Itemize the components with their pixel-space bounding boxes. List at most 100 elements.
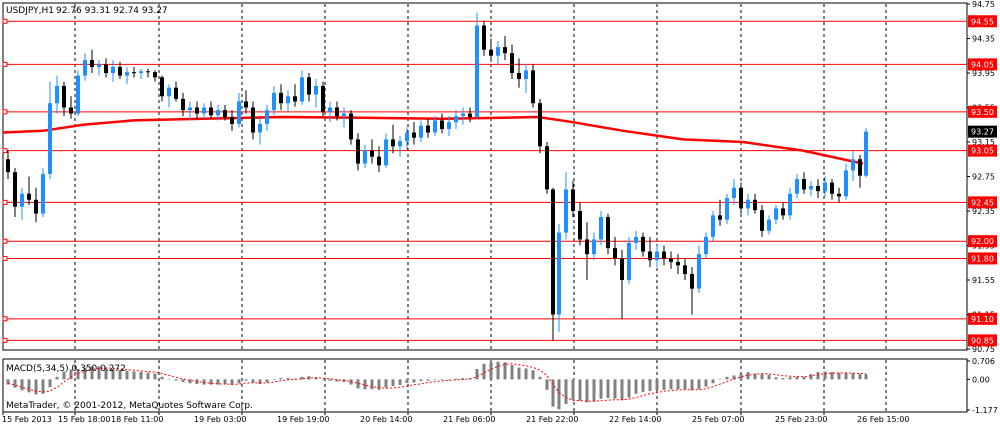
candle-body	[216, 110, 220, 116]
time-tick-label: 25 Feb 23:00	[775, 415, 827, 424]
macd-bar	[697, 379, 701, 390]
price-tick-label: 94.35	[972, 35, 995, 44]
candle-body	[662, 251, 666, 259]
candle-body	[760, 210, 764, 231]
macd-bar	[823, 371, 827, 380]
macd-bar	[648, 379, 652, 392]
level-label: 94.05	[971, 60, 994, 69]
macd-bar	[272, 379, 276, 380]
candle-body	[641, 236, 645, 252]
level-anchor	[2, 337, 8, 343]
candle-body	[258, 123, 262, 133]
macd-bar	[167, 378, 171, 380]
candle-body	[830, 182, 834, 194]
candle-body	[328, 107, 332, 112]
macd-bar	[48, 379, 52, 388]
time-tick-label: 18 Feb 11:00	[111, 415, 163, 424]
macd-bar	[286, 378, 290, 380]
candle-body	[746, 199, 750, 209]
macd-bar	[510, 365, 514, 380]
candle-body	[356, 139, 360, 164]
macd-bar	[174, 379, 178, 381]
macd-bar	[592, 379, 596, 402]
macd-bar	[405, 379, 409, 384]
candle-body	[620, 258, 624, 280]
candle-body	[146, 71, 150, 73]
level-label: 94.55	[971, 17, 994, 26]
macd-bar	[419, 379, 423, 381]
candle-body	[195, 107, 199, 114]
candle-body	[503, 47, 507, 54]
candle-body	[41, 173, 45, 214]
macd-bar	[641, 379, 645, 392]
candle-body	[83, 60, 87, 76]
candle-body	[627, 242, 631, 280]
candle-body	[223, 110, 227, 117]
candle-body	[585, 239, 589, 255]
macd-bar	[704, 379, 708, 387]
candle-body	[90, 60, 94, 67]
level-label: 92.45	[971, 198, 994, 207]
macd-bar	[153, 373, 157, 380]
macd-bar	[690, 379, 694, 391]
candle-body	[412, 132, 416, 138]
candle-body	[125, 72, 129, 76]
candle-body	[426, 125, 430, 133]
macd-bar	[489, 362, 493, 380]
candle-body	[725, 198, 729, 220]
candle-body	[153, 72, 157, 78]
candle-body	[809, 185, 813, 190]
macd-bar	[599, 379, 603, 399]
candle-body	[571, 189, 575, 211]
macd-bar	[564, 379, 568, 405]
macd-bar	[725, 376, 729, 380]
candle-body	[419, 125, 423, 138]
candle-body	[293, 96, 297, 102]
time-tick-label: 15 Feb 18:00	[58, 415, 110, 424]
candle-body	[531, 70, 535, 104]
macd-bar	[816, 372, 820, 380]
macd-bar	[447, 379, 451, 380]
candle-body	[139, 71, 143, 73]
candle-body	[648, 251, 652, 261]
candle-body	[405, 132, 409, 142]
candle-body	[711, 215, 715, 237]
candle-body	[349, 113, 353, 140]
macd-bar	[767, 374, 771, 380]
candle-body	[440, 120, 444, 130]
time-tick-label: 19 Feb 03:00	[194, 415, 246, 424]
macd-bar	[676, 379, 680, 390]
macd-bar	[482, 363, 486, 380]
level-anchor	[2, 109, 8, 115]
macd-bar	[711, 379, 715, 384]
macd-bar	[760, 374, 764, 380]
level-label: 93.50	[971, 108, 994, 117]
macd-tick-label: -1.177	[972, 406, 998, 415]
macd-bar	[139, 372, 143, 380]
candle-body	[788, 193, 792, 216]
copyright-text: MetaTrader, © 2001-2012, MetaQuotes Soft…	[6, 401, 253, 411]
macd-bar	[160, 376, 164, 380]
candle-body	[795, 179, 799, 194]
candle-body	[802, 179, 806, 190]
time-tick-label: 21 Feb 22:00	[526, 415, 578, 424]
candle-body	[634, 236, 638, 243]
candle-body	[697, 254, 701, 289]
time-tick-label: 21 Feb 06:00	[443, 415, 495, 424]
level-anchor	[2, 18, 8, 24]
candle-body	[237, 101, 241, 124]
macd-bar	[237, 379, 241, 384]
candle-body	[251, 107, 255, 133]
macd-bar	[496, 361, 500, 380]
candle-body	[517, 73, 521, 80]
candle-body	[823, 182, 827, 192]
price-tick-label: 92.75	[972, 173, 995, 182]
macd-bar	[578, 379, 582, 401]
macd-bar	[244, 379, 248, 381]
macd-bar	[844, 372, 848, 380]
macd-bar	[426, 379, 430, 381]
candle-body	[454, 116, 458, 123]
candle-body	[482, 25, 486, 50]
macd-bar	[634, 379, 638, 394]
candle-body	[851, 159, 855, 171]
